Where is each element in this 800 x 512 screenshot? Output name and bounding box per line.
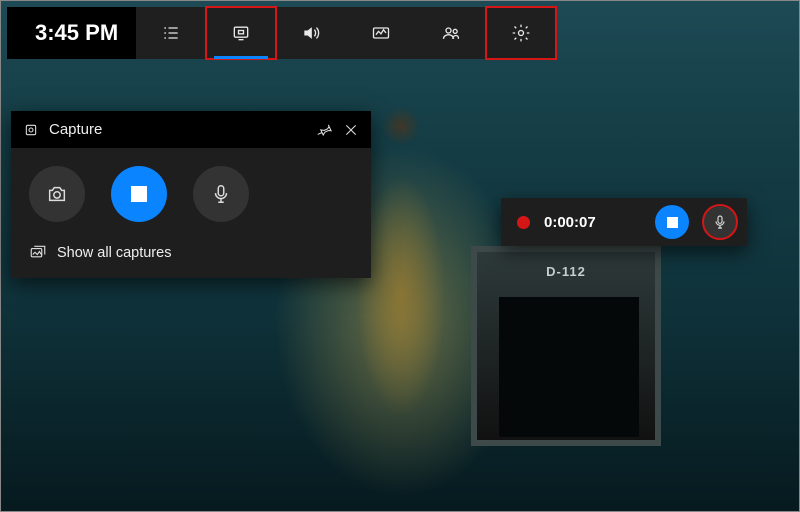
recording-indicator-icon — [517, 216, 530, 229]
performance-icon — [371, 23, 391, 43]
social-button[interactable] — [416, 7, 486, 59]
capture-panel-header: Capture — [11, 111, 371, 148]
mic-toggle-button[interactable] — [193, 166, 249, 222]
microphone-icon — [712, 214, 728, 230]
game-bar-topbar: 3:45 PM — [7, 7, 556, 59]
capture-panel-body — [11, 148, 371, 232]
bg-door-label: D-112 — [477, 264, 655, 279]
stop-icon — [131, 186, 147, 202]
microphone-icon — [210, 183, 232, 205]
topbar-buttons — [136, 7, 556, 59]
stop-recording-button[interactable] — [111, 166, 167, 222]
close-icon — [343, 122, 359, 138]
recording-stop-button[interactable] — [655, 205, 689, 239]
gallery-icon — [29, 244, 47, 262]
capture-panel: Capture Show all captures — [11, 111, 371, 278]
widgets-list-icon — [161, 23, 181, 43]
capture-panel-title: Capture — [49, 121, 307, 138]
clock-block: 3:45 PM — [7, 7, 136, 59]
recording-status-bar: 0:00:07 — [501, 198, 747, 246]
show-all-captures-label: Show all captures — [57, 245, 171, 261]
show-all-captures-link[interactable]: Show all captures — [11, 232, 371, 278]
pin-icon — [317, 122, 333, 138]
stop-icon — [667, 217, 678, 228]
pin-button[interactable] — [317, 122, 333, 138]
bg-door-interior — [499, 297, 639, 437]
performance-button[interactable] — [346, 7, 416, 59]
settings-button[interactable] — [486, 7, 556, 59]
close-button[interactable] — [343, 122, 359, 138]
recording-mic-button[interactable] — [703, 205, 737, 239]
bg-door: D-112 — [471, 246, 661, 446]
camera-icon — [46, 183, 68, 205]
capture-header-icon — [23, 122, 39, 138]
recording-elapsed-time: 0:00:07 — [544, 214, 641, 231]
audio-button[interactable] — [276, 7, 346, 59]
widgets-button[interactable] — [136, 7, 206, 59]
screenshot-button[interactable] — [29, 166, 85, 222]
capture-button[interactable] — [206, 7, 276, 59]
clock-time: 3:45 PM — [35, 20, 118, 46]
volume-icon — [301, 23, 321, 43]
capture-icon — [231, 23, 251, 43]
gear-icon — [511, 23, 531, 43]
people-icon — [441, 23, 461, 43]
